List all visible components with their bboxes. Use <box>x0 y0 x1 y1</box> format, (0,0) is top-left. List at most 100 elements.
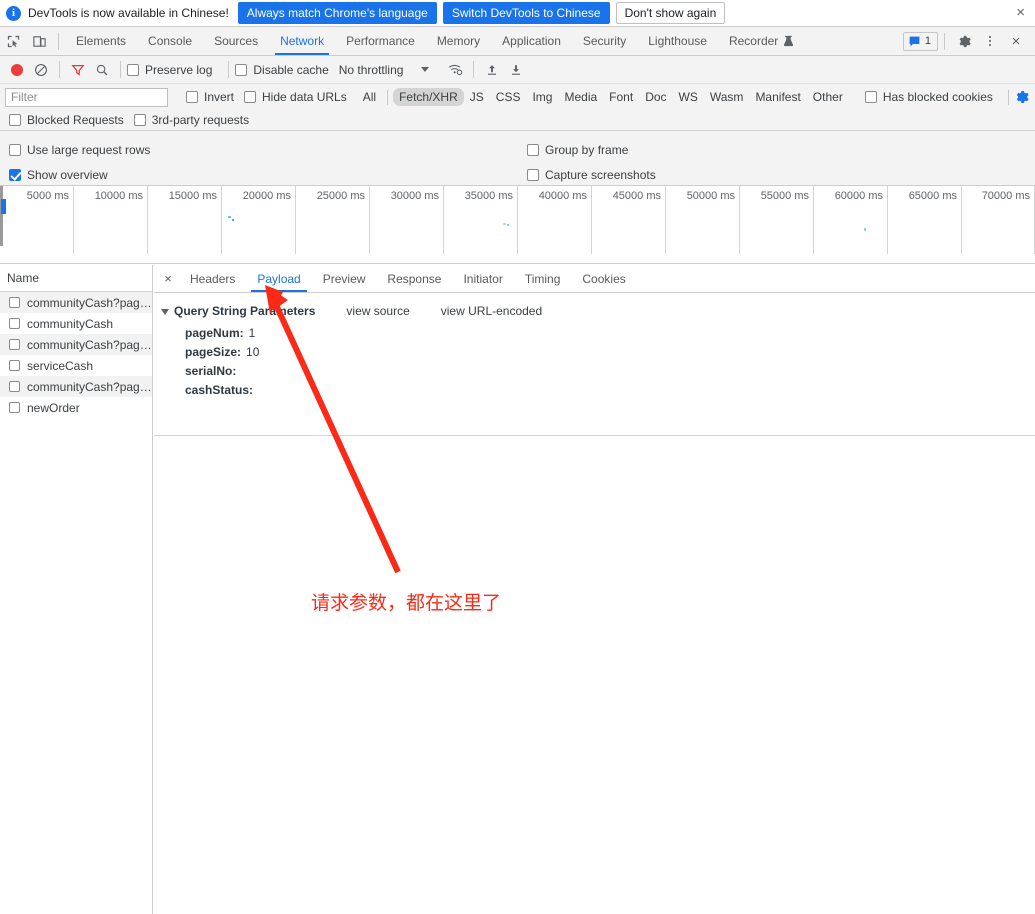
checkbox-box[interactable] <box>9 143 21 156</box>
checkbox-box[interactable] <box>527 143 539 156</box>
checkbox-box[interactable] <box>9 114 21 126</box>
filter-type-wasm[interactable]: Wasm <box>704 88 750 106</box>
checkbox-box[interactable] <box>527 168 539 181</box>
checkbox-box[interactable] <box>244 91 257 103</box>
preserve-log-checkbox[interactable]: Preserve log <box>127 63 212 77</box>
filter-type-font[interactable]: Font <box>603 88 639 106</box>
record-button-icon[interactable] <box>5 59 29 81</box>
tab-application[interactable]: Application <box>491 27 572 55</box>
export-har-icon[interactable] <box>504 59 528 81</box>
filter-type-css[interactable]: CSS <box>490 88 527 106</box>
request-list-header[interactable]: Name <box>0 265 152 292</box>
network-settings-gear-icon[interactable] <box>1014 89 1030 105</box>
tab-preview[interactable]: Preview <box>312 265 377 292</box>
tab-response[interactable]: Response <box>376 265 452 292</box>
capture-screenshots-checkbox[interactable]: Capture screenshots <box>527 162 656 187</box>
view-source-link[interactable]: view source <box>346 304 409 318</box>
blocked-requests-checkbox[interactable]: Blocked Requests <box>9 113 124 127</box>
tab-cookies[interactable]: Cookies <box>571 265 636 292</box>
disable-cache-checkbox[interactable]: Disable cache <box>235 63 329 77</box>
param-row: cashStatus: <box>161 380 1035 399</box>
filter-type-all[interactable]: All <box>357 88 382 106</box>
tab-security[interactable]: Security <box>572 27 637 55</box>
table-row[interactable]: communityCash <box>0 313 152 334</box>
table-row[interactable]: newOrder <box>0 397 152 418</box>
row-checkbox[interactable] <box>9 402 20 413</box>
close-devtools-icon[interactable]: × <box>1003 29 1029 53</box>
filter-type-ws[interactable]: WS <box>673 88 704 106</box>
checkbox-box[interactable] <box>133 114 146 126</box>
view-url-encoded-link[interactable]: view URL-encoded <box>441 304 542 318</box>
inspect-element-icon[interactable] <box>0 29 26 53</box>
invert-checkbox[interactable]: Invert <box>186 90 234 104</box>
table-row[interactable]: serviceCash <box>0 355 152 376</box>
filter-input[interactable] <box>5 87 168 107</box>
tab-network[interactable]: Network <box>269 27 335 55</box>
hide-data-urls-checkbox[interactable]: Hide data URLs <box>244 90 347 104</box>
row-checkbox[interactable] <box>9 339 20 350</box>
group-by-frame-checkbox[interactable]: Group by frame <box>527 137 656 162</box>
overview-tick-label: 50000 ms <box>686 190 735 202</box>
close-notification-icon[interactable]: × <box>1016 5 1025 21</box>
payload-content: Query String Parameters view source view… <box>154 293 1035 436</box>
overview-tick: 70000 ms <box>962 186 1035 254</box>
import-har-icon[interactable] <box>480 59 504 81</box>
filter-type-img[interactable]: Img <box>526 88 558 106</box>
clear-requests-icon[interactable] <box>29 59 53 81</box>
tab-elements[interactable]: Elements <box>65 27 137 55</box>
throttling-dropdown[interactable]: No throttling <box>339 63 430 77</box>
tab-performance[interactable]: Performance <box>335 27 426 55</box>
row-checkbox[interactable] <box>9 318 20 329</box>
filter-type-other[interactable]: Other <box>807 88 849 106</box>
checkbox-box[interactable] <box>127 63 139 76</box>
filter-type-media[interactable]: Media <box>558 88 603 106</box>
checkbox-box[interactable] <box>9 168 21 181</box>
row-checkbox[interactable] <box>9 360 20 371</box>
search-icon[interactable] <box>90 59 114 81</box>
overview-tick-label: 70000 ms <box>981 190 1030 202</box>
tab-recorder[interactable]: Recorder <box>718 27 805 55</box>
tab-headers[interactable]: Headers <box>179 265 246 292</box>
issues-counter-button[interactable]: 1 <box>902 31 938 51</box>
tab-timing[interactable]: Timing <box>514 265 572 292</box>
checkbox-box[interactable] <box>186 91 198 103</box>
table-row[interactable]: communityCash?pag… <box>0 334 152 355</box>
show-overview-checkbox[interactable]: Show overview <box>9 162 150 187</box>
tab-initiator[interactable]: Initiator <box>452 265 513 292</box>
dont-show-again-button[interactable]: Don't show again <box>615 2 726 24</box>
switch-devtools-to-chinese-button[interactable]: Switch DevTools to Chinese <box>442 2 610 24</box>
device-toolbar-icon[interactable] <box>26 29 52 53</box>
tab-payload[interactable]: Payload <box>246 265 311 292</box>
third-party-requests-checkbox[interactable]: 3rd-party requests <box>133 113 249 127</box>
table-row[interactable]: communityCash?pag… <box>0 292 152 313</box>
network-conditions-icon[interactable] <box>443 59 467 81</box>
close-detail-pane-icon[interactable]: × <box>157 265 179 292</box>
kebab-menu-icon[interactable] <box>977 29 1003 53</box>
always-match-chrome-language-button[interactable]: Always match Chrome's language <box>237 2 437 24</box>
gear-icon[interactable] <box>951 29 977 53</box>
tab-lighthouse[interactable]: Lighthouse <box>637 27 718 55</box>
tab-console[interactable]: Console <box>137 27 203 55</box>
tab-sources[interactable]: Sources <box>203 27 269 55</box>
filter-type-manifest[interactable]: Manifest <box>749 88 806 106</box>
filter-type-js[interactable]: JS <box>464 88 490 106</box>
row-checkbox[interactable] <box>9 381 20 392</box>
section-title: Query String Parameters <box>174 303 316 318</box>
tab-memory[interactable]: Memory <box>426 27 491 55</box>
network-overview-timeline[interactable]: 5000 ms 10000 ms 15000 ms 20000 ms 25000… <box>0 186 1035 264</box>
filter-type-doc[interactable]: Doc <box>639 88 672 106</box>
tab-label: Lighthouse <box>648 34 707 48</box>
overview-activity-dot <box>864 228 866 231</box>
filter-divider <box>1008 89 1009 105</box>
disclosure-triangle-open-icon[interactable] <box>161 308 169 315</box>
row-checkbox[interactable] <box>9 297 20 308</box>
filter-type-fetch-xhr[interactable]: Fetch/XHR <box>393 88 464 106</box>
checkbox-box[interactable] <box>864 91 877 103</box>
query-string-parameters-section: Query String Parameters view source view… <box>161 302 1035 319</box>
table-row[interactable]: communityCash?pag… <box>0 376 152 397</box>
use-large-request-rows-checkbox[interactable]: Use large request rows <box>9 137 150 162</box>
checkbox-label: Blocked Requests <box>27 113 124 127</box>
checkbox-box[interactable] <box>235 63 248 76</box>
has-blocked-cookies-checkbox[interactable]: Has blocked cookies <box>864 90 993 104</box>
filter-funnel-icon[interactable] <box>66 59 90 81</box>
